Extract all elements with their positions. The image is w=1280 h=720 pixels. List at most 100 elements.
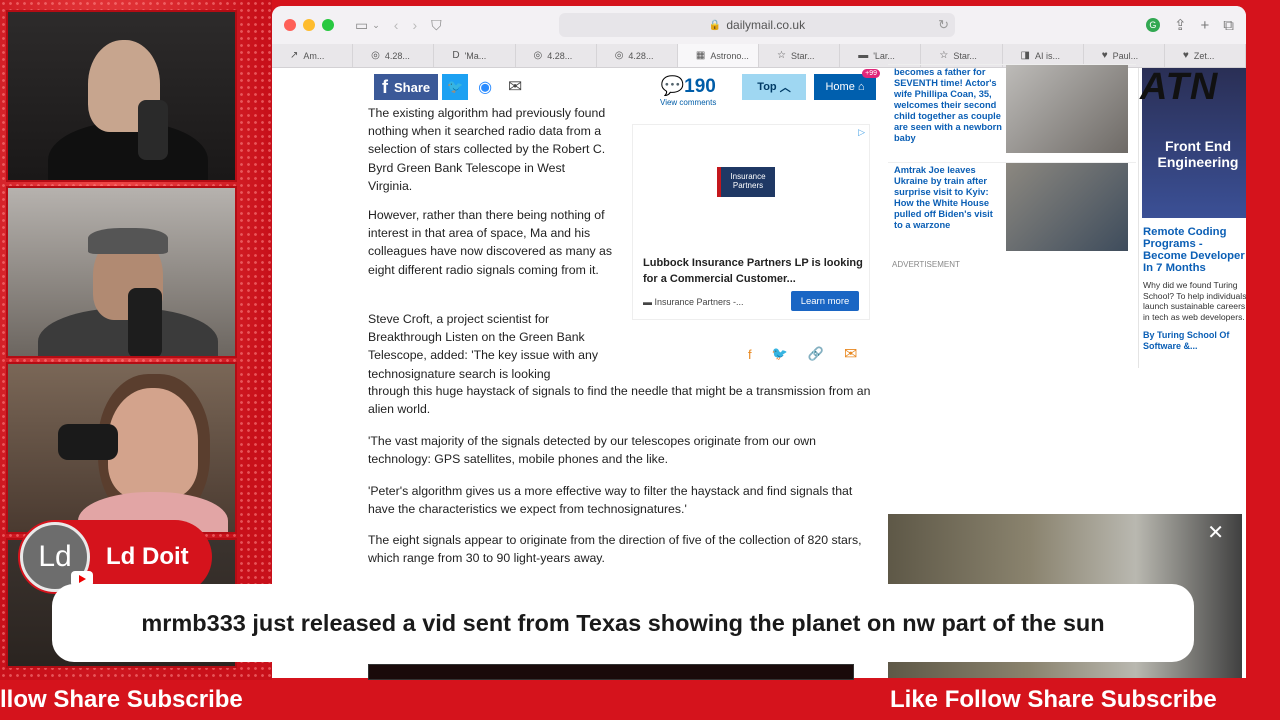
host-name-badge: Ld Ld Doit [18,520,212,594]
microphone-icon [58,424,118,460]
browser-tab[interactable]: D 'Ma... [434,44,516,67]
facebook-share-button[interactable]: f Share [374,74,439,100]
email-icon[interactable]: ✉ [844,344,857,364]
tab-label: Am... [303,50,325,61]
browser-tab[interactable]: ▦ Astrono... [677,44,760,67]
shield-icon[interactable]: ⛉ [431,17,442,34]
facebook-icon: f [382,76,388,97]
browser-window: ▭ ⌄ ‹ › ⛉ ▤ 🔒 dailymail.co.uk ↻ G ⇪ + ⧉ … [272,6,1246,678]
chevron-down-icon[interactable]: ⌄ [372,20,380,31]
top-button[interactable]: Top ︿ [742,74,806,100]
microphone-icon [128,288,162,356]
browser-tab[interactable]: ◎ 4.28... [597,44,678,67]
article-paragraph: Steve Croft, a project scientist for Bre… [368,312,598,381]
browser-tab[interactable]: ↗ Am... [272,44,354,67]
address-bar[interactable]: 🔒 dailymail.co.uk ↻ [559,13,955,37]
ticker-text-left: llow Share Subscribe [0,686,243,713]
home-icon: ⌂ [857,81,865,93]
minimize-window-button[interactable] [303,19,315,31]
twitter-share-button[interactable]: 🐦 [442,74,469,100]
email-share-button[interactable]: ✉ [502,74,529,100]
new-tab-icon[interactable]: + [1201,17,1210,34]
tab-overview-icon[interactable]: ⧉ [1223,17,1234,34]
article-paragraph: through this huge haystack of signals to… [368,384,871,417]
article-image-strip [368,664,854,680]
tab-favicon-icon: ▦ [695,50,706,61]
tab-favicon-icon: ◎ [533,50,543,61]
share-icon[interactable]: ⇪ [1174,16,1187,34]
home-button[interactable]: Home ⌂ +99 [814,69,880,100]
ad-image-text: Front End Engineering [1157,138,1239,170]
webcam-host-2 [6,186,237,358]
source-icon: ▬ [643,297,655,307]
ad-logo: Insurance Partners [717,167,775,197]
sidebar-toggle-icon[interactable]: ▭ [355,17,368,34]
ad-source: ▬ Insurance Partners -... [643,297,744,307]
adchoices-icon[interactable]: ▷ [858,127,865,138]
right-ad-description: Why did we found Turing School? To help … [1143,280,1246,322]
browser-tab[interactable]: ◎ 4.28... [516,44,597,67]
webcam-host-1 [6,10,237,182]
article-paragraph: 'Peter's algorithm gives us a more effec… [368,484,853,517]
news-thumbnail [1006,163,1128,251]
chevron-up-icon: ︿ [779,82,791,94]
zoom-window-button[interactable] [322,19,334,31]
right-ad-column[interactable]: Front End Engineering Remote Coding Prog… [1138,68,1246,368]
sponsored-ad[interactable]: ▷ Insurance Partners Lubbock Insurance P… [632,124,870,320]
avatar: Ld [20,522,93,592]
tab-label: 4.28... [547,50,573,61]
right-ad-byline[interactable]: By Turing School Of Software &... [1143,330,1246,352]
ticker-text-right: Like Follow Share Subscribe [890,686,1217,713]
right-ad-title[interactable]: Remote Coding Programs - Become Develope… [1143,226,1246,274]
close-window-button[interactable] [284,19,296,31]
back-icon[interactable]: ‹ [394,17,399,33]
sidebar-news-item[interactable]: Amtrak Joe leaves Ukraine by train after… [888,162,1136,252]
comments-counter[interactable]: 💬190 View comments [660,74,716,107]
top-label: Top [757,81,777,93]
reload-icon[interactable]: ↻ [938,17,949,33]
article-paragraph: However, rather than there being nothing… [368,208,613,277]
tab-favicon-icon: ☆ [777,50,786,61]
link-icon[interactable]: 🔗 [808,346,824,362]
tab-label: 'Lar... [873,50,895,61]
webcam-host-3 [6,362,237,534]
sidebar-news-item[interactable]: becomes a father for SEVENTH time! Actor… [888,64,1136,154]
tab-favicon-icon: ◎ [614,50,624,61]
article-share-icons: f 🐦 🔗 ✉ [748,344,857,364]
tab-label: Zet... [1193,50,1215,61]
host-3-head [108,388,198,498]
messenger-share-button[interactable]: ◉ [472,74,499,100]
tab-label: 'Ma... [464,50,487,61]
host-name: Ld Doit [106,543,189,570]
twitter-icon[interactable]: 🐦 [772,346,788,362]
news-thumbnail [1006,65,1128,153]
tab-label: 4.28... [384,50,410,61]
comment-count: 190 [684,76,716,97]
tab-favicon-icon: ♥ [1182,50,1189,61]
learn-more-button[interactable]: Learn more [791,291,859,311]
facebook-icon[interactable]: f [748,347,752,362]
stream-stage: Ld Ld Doit ▭ ⌄ ‹ › ⛉ ▤ 🔒 dailymail.co.uk… [0,0,1280,720]
browser-tab[interactable]: ♥ Zet... [1165,44,1246,67]
right-strip [1244,0,1280,720]
tab-label: AI is... [1035,50,1061,61]
sidebar-news-text: Amtrak Joe leaves Ukraine by train after… [894,165,993,230]
ad-title[interactable]: Lubbock Insurance Partners LP is looking… [643,255,863,287]
article-paragraph: The eight signals appear to originate fr… [368,533,862,566]
browser-tab[interactable]: ◎ 4.28... [353,44,435,67]
browser-titlebar: ▭ ⌄ ‹ › ⛉ ▤ 🔒 dailymail.co.uk ↻ G ⇪ + ⧉ [272,6,1246,44]
tab-label: Astrono... [710,50,749,61]
home-label: Home [825,81,855,93]
tab-label: Paul... [1112,50,1139,61]
comment-bubble-icon: 💬 [660,76,685,97]
host-2-cap [88,228,168,254]
tab-favicon-icon: ☆ [939,50,949,61]
share-bar: f Share 🐦 ◉ ✉ [374,74,529,100]
tab-favicon-icon: ♥ [1101,50,1108,61]
tab-favicon-icon: ▬ [858,50,869,61]
browser-tab[interactable]: ☆ Star... [759,44,841,67]
grammarly-icon[interactable]: G [1145,18,1160,32]
forward-icon[interactable]: › [412,17,417,33]
close-icon[interactable]: ✕ [1207,520,1224,545]
ad-source-text: Insurance Partners -... [654,297,744,307]
